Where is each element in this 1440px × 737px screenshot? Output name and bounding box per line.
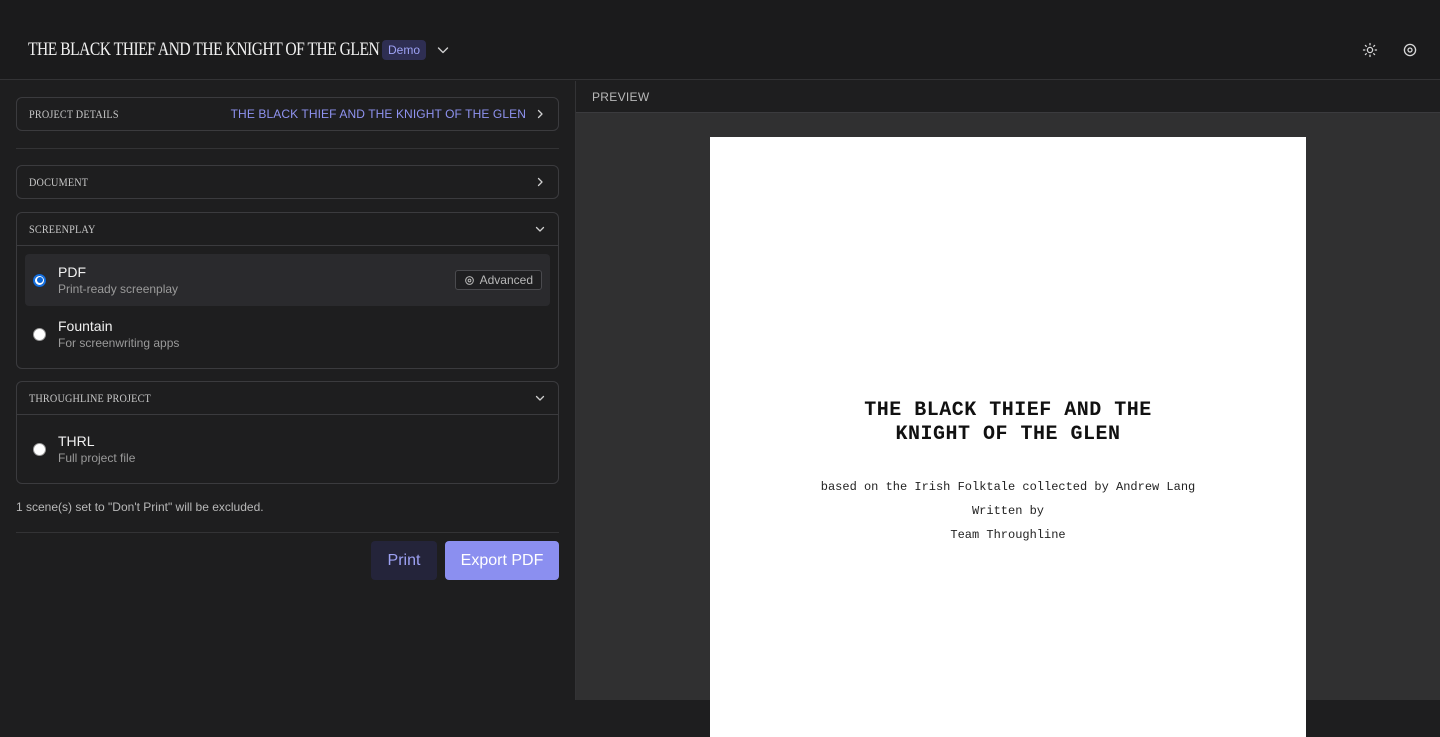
project-details-value[interactable]: THE BLACK THIEF AND THE KNIGHT OF THE GL…: [231, 107, 526, 121]
format-option-fountain[interactable]: Fountain For screenwriting apps: [25, 308, 550, 360]
preview-page: THE BLACK THIEF AND THE KNIGHT OF THE GL…: [710, 137, 1306, 737]
option-description: For screenwriting apps: [58, 336, 180, 350]
fountain-radio[interactable]: [33, 327, 46, 341]
screenplay-header[interactable]: SCREENPLAY: [17, 213, 558, 245]
project-details-section[interactable]: PROJECT DETAILS THE BLACK THIEF AND THE …: [16, 97, 559, 131]
section-divider: [16, 148, 559, 149]
top-bar: THE BLACK THIEF AND THE KNIGHT OF THE GL…: [0, 0, 1440, 80]
section-title-project-details: PROJECT DETAILS: [29, 106, 119, 121]
preview-author: Team Throughline: [950, 528, 1066, 542]
gear-icon: [464, 275, 474, 285]
preview-title-line-2: KNIGHT OF THE GLEN: [895, 423, 1121, 446]
thrl-radio[interactable]: [33, 442, 46, 456]
option-description: Print-ready screenplay: [58, 282, 179, 296]
sun-icon[interactable]: [1362, 42, 1378, 58]
excluded-scenes-note: 1 scene(s) set to "Don't Print" will be …: [16, 500, 264, 514]
option-description: Full project file: [58, 451, 136, 465]
preview-pane: PREVIEW THE BLACK THIEF AND THE KNIGHT O…: [576, 81, 1440, 737]
chevron-down-icon: [535, 395, 545, 401]
option-label: THRL: [58, 433, 95, 449]
preview-title-line-1: THE BLACK THIEF AND THE: [864, 399, 1152, 422]
chevron-right-icon: [537, 177, 543, 187]
section-title-throughline: THROUGHLINE PROJECT: [29, 390, 151, 405]
section-title-document: DOCUMENT: [29, 174, 89, 189]
throughline-header[interactable]: THROUGHLINE PROJECT: [17, 382, 558, 414]
advanced-button[interactable]: Advanced: [454, 270, 542, 290]
footer-divider: [16, 532, 559, 533]
option-label: Fountain: [58, 318, 113, 334]
chevron-down-icon: [535, 226, 545, 232]
option-label: PDF: [58, 264, 86, 280]
screenplay-section: SCREENPLAY PDF Print-ready screenplay Ad…: [16, 212, 559, 369]
demo-badge: Demo: [382, 40, 427, 60]
print-button[interactable]: Print: [371, 541, 437, 580]
preview-header: PREVIEW: [576, 81, 1440, 113]
advanced-label: Advanced: [479, 273, 533, 287]
chevron-right-icon: [537, 109, 543, 119]
pdf-radio[interactable]: [33, 273, 46, 287]
project-title: THE BLACK THIEF AND THE KNIGHT OF THE GL…: [28, 39, 380, 60]
format-option-thrl[interactable]: THRL Full project file: [25, 423, 550, 475]
settings-icon[interactable]: [1402, 42, 1418, 58]
throughline-project-section: THROUGHLINE PROJECT THRL Full project fi…: [16, 381, 559, 484]
preview-title: THE BLACK THIEF AND THE KNIGHT OF THE GL…: [710, 399, 1306, 447]
preview-written-by: Written by: [971, 504, 1044, 518]
section-title-screenplay: SCREENPLAY: [29, 221, 96, 236]
export-pdf-button[interactable]: Export PDF: [445, 541, 559, 580]
document-section[interactable]: DOCUMENT: [16, 165, 559, 199]
chevron-down-icon[interactable]: [436, 43, 450, 57]
preview-based-on: based on the Irish Folktale collected by…: [820, 480, 1196, 494]
format-option-pdf[interactable]: PDF Print-ready screenplay Advanced: [25, 254, 550, 306]
